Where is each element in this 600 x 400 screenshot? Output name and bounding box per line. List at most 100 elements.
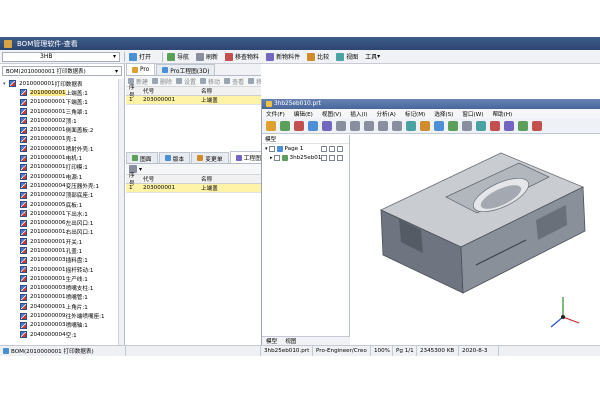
toolbar-refresh-button[interactable]: 刷新 xyxy=(196,52,218,61)
tree-node[interactable]: 2010000002 顶部底座:1 xyxy=(0,191,118,200)
fit-icon[interactable] xyxy=(364,120,374,131)
viewer-menu-item[interactable]: 帮助(H) xyxy=(492,110,512,118)
tree-node[interactable]: 2010000002 顶:1 xyxy=(0,116,118,125)
tree-node[interactable]: 2010000001 三角罩:1 xyxy=(0,107,118,116)
measure-icon[interactable] xyxy=(294,120,304,131)
tree-node[interactable]: 2010000001 生产线:1 xyxy=(0,274,118,283)
tree-node[interactable]: 2010000004 变压器外壳:1 xyxy=(0,181,118,190)
viewer-menu-item[interactable]: 插入(I) xyxy=(350,110,367,118)
model-tree-item[interactable]: ▾ Page 1 xyxy=(262,144,349,153)
column-header[interactable]: 代号 xyxy=(140,87,198,95)
option-checkbox[interactable] xyxy=(336,145,343,152)
tab-pro[interactable]: Pro xyxy=(126,63,156,75)
tree-node[interactable]: 2010000001 上端盖:1 xyxy=(0,88,118,97)
toolbar-search-material-button[interactable]: 移查物料 xyxy=(225,52,259,61)
tree-node[interactable]: 2010000009 往外端喷嘴座:1 xyxy=(0,311,118,320)
close-icon[interactable] xyxy=(532,120,542,131)
tree-node[interactable]: 2010000001 孔盖:1 xyxy=(0,246,118,255)
markup-icon[interactable] xyxy=(490,120,500,131)
tree-node[interactable]: 2010000001 下端盖:1 xyxy=(0,98,118,107)
option-checkbox[interactable] xyxy=(336,154,343,161)
toolbar-new-material-button[interactable]: 新物料件 xyxy=(266,52,300,61)
toolbar-view-button[interactable]: 视图 xyxy=(336,52,358,61)
tree-node[interactable]: 2010000001 喷嘴管:1 xyxy=(0,293,118,302)
light-icon[interactable] xyxy=(406,120,416,131)
visibility-checkbox[interactable] xyxy=(268,145,275,152)
pan-icon[interactable] xyxy=(336,120,346,131)
toolbar-tools-button[interactable]: 工具 ▾ xyxy=(365,52,380,61)
project-combo[interactable]: 3HB ▾ xyxy=(2,51,120,62)
tree-scrollbar[interactable] xyxy=(118,79,124,345)
toolbar-open-button[interactable]: 打开 xyxy=(129,52,151,61)
option-checkbox[interactable] xyxy=(328,154,335,161)
viewer-menu-item[interactable]: 编辑(E) xyxy=(294,110,313,118)
tab-model[interactable]: 模型 xyxy=(266,337,277,345)
table-row[interactable]: 1 203000001 上端盖 xyxy=(126,96,261,105)
shade-icon[interactable] xyxy=(392,120,402,131)
tab-bottom[interactable]: 版本 xyxy=(158,152,191,163)
color-icon[interactable] xyxy=(504,120,514,131)
tree-node[interactable]: 2010000003 喷嘴轴:1 xyxy=(0,321,118,330)
tree-node[interactable]: 2040000001 上角片:1 xyxy=(0,302,118,311)
expand-icon[interactable]: ▸ xyxy=(270,155,273,161)
tab-bottom[interactable]: 变更单 xyxy=(191,152,229,163)
tree-node[interactable]: 2010000003 插料盘:1 xyxy=(0,256,118,265)
bom-combo[interactable]: BOM(2010000001 打印数据表) ▾ xyxy=(2,66,122,76)
option-checkbox[interactable] xyxy=(320,145,327,152)
grid-tool-button[interactable]: 设置 xyxy=(176,77,196,86)
column-header[interactable]: 名称 xyxy=(198,87,236,95)
tab-views[interactable]: 视图 xyxy=(285,337,296,345)
option-checkbox[interactable] xyxy=(328,145,335,152)
viewer-menu-item[interactable]: 选择(S) xyxy=(434,110,453,118)
column-header[interactable]: 代号 xyxy=(140,175,198,183)
tree-node[interactable]: 2010000001 摇杆转动:1 xyxy=(0,265,118,274)
viewer-menu-item[interactable]: 文件(F) xyxy=(266,110,285,118)
viewer-menu-item[interactable]: 分析(A) xyxy=(376,110,395,118)
tree-node[interactable]: 2010000001 电机:1 xyxy=(0,153,118,162)
table-row[interactable]: 1 203000001 上端盖 xyxy=(126,184,261,193)
grid-tool-button[interactable]: 删除 xyxy=(152,77,172,86)
grid-tool-button[interactable]: 查看 xyxy=(224,77,244,86)
tree-node[interactable]: 2010000001 下出水:1 xyxy=(0,209,118,218)
tab-pro-drawing[interactable]: Pro工程图(3D) xyxy=(156,64,216,75)
zoom-icon[interactable] xyxy=(350,120,360,131)
open-icon[interactable] xyxy=(266,120,276,131)
3d-model-canvas[interactable] xyxy=(351,135,600,336)
tree-node[interactable]: 2010000001 电源:1 xyxy=(0,172,118,181)
tree-node[interactable]: 2010000001 打印模:1 xyxy=(0,163,118,172)
grid-tool-button[interactable]: 移动 xyxy=(200,77,220,86)
tree-node[interactable]: 2010000001 壳:1 xyxy=(0,135,118,144)
settings-icon[interactable] xyxy=(462,120,472,131)
tree-node[interactable]: 2010000003 喷嘴支柱:1 xyxy=(0,284,118,293)
tree-root-node[interactable]: ▾ 2010000001 打印数据表 xyxy=(0,79,118,88)
tree-node[interactable]: 2010000001 开关:1 xyxy=(0,237,118,246)
status-document-tab[interactable]: BOM(2010000001 打印数据表) xyxy=(0,346,126,356)
toolbar-compare-button[interactable]: 比较 xyxy=(307,52,329,61)
column-header[interactable]: 名称 xyxy=(198,175,236,183)
tree-node[interactable]: 2010000001 右出风口:1 xyxy=(0,228,118,237)
explode-icon[interactable] xyxy=(420,120,430,131)
tree-node[interactable]: 2010000001 侧面盖板:2 xyxy=(0,125,118,134)
view-iso-icon[interactable] xyxy=(448,120,458,131)
model-tree-item[interactable]: ▸ 3hb25eb010 xyxy=(262,153,349,162)
expand-icon[interactable]: ▾ xyxy=(265,146,268,152)
viewer-menu-item[interactable]: 标记(M) xyxy=(405,110,425,118)
option-checkbox[interactable] xyxy=(320,154,327,161)
visibility-checkbox[interactable] xyxy=(273,154,280,161)
viewer-menu-item[interactable]: 视图(V) xyxy=(322,110,341,118)
rotate-icon[interactable] xyxy=(322,120,332,131)
tree-node[interactable]: 2010000001 喷射外壳:1 xyxy=(0,144,118,153)
toolbar-navigate-button[interactable]: 导航 xyxy=(167,52,189,61)
tree-node[interactable]: 2040000004 空:1 xyxy=(0,330,118,339)
tree-node[interactable]: 2010000005 底板:1 xyxy=(0,200,118,209)
layer-icon[interactable] xyxy=(476,120,486,131)
tree-node[interactable]: 2010000006 左出风口:1 xyxy=(0,218,118,227)
select-icon[interactable] xyxy=(378,120,388,131)
section-icon[interactable] xyxy=(308,120,318,131)
edit-icon[interactable] xyxy=(280,120,290,131)
grid-tool-button[interactable]: 移查 xyxy=(248,77,261,86)
view-front-icon[interactable] xyxy=(434,120,444,131)
tab-bottom[interactable]: 图面 xyxy=(126,152,158,163)
print-icon[interactable] xyxy=(518,120,528,131)
viewer-menu-item[interactable]: 窗口(W) xyxy=(462,110,483,118)
